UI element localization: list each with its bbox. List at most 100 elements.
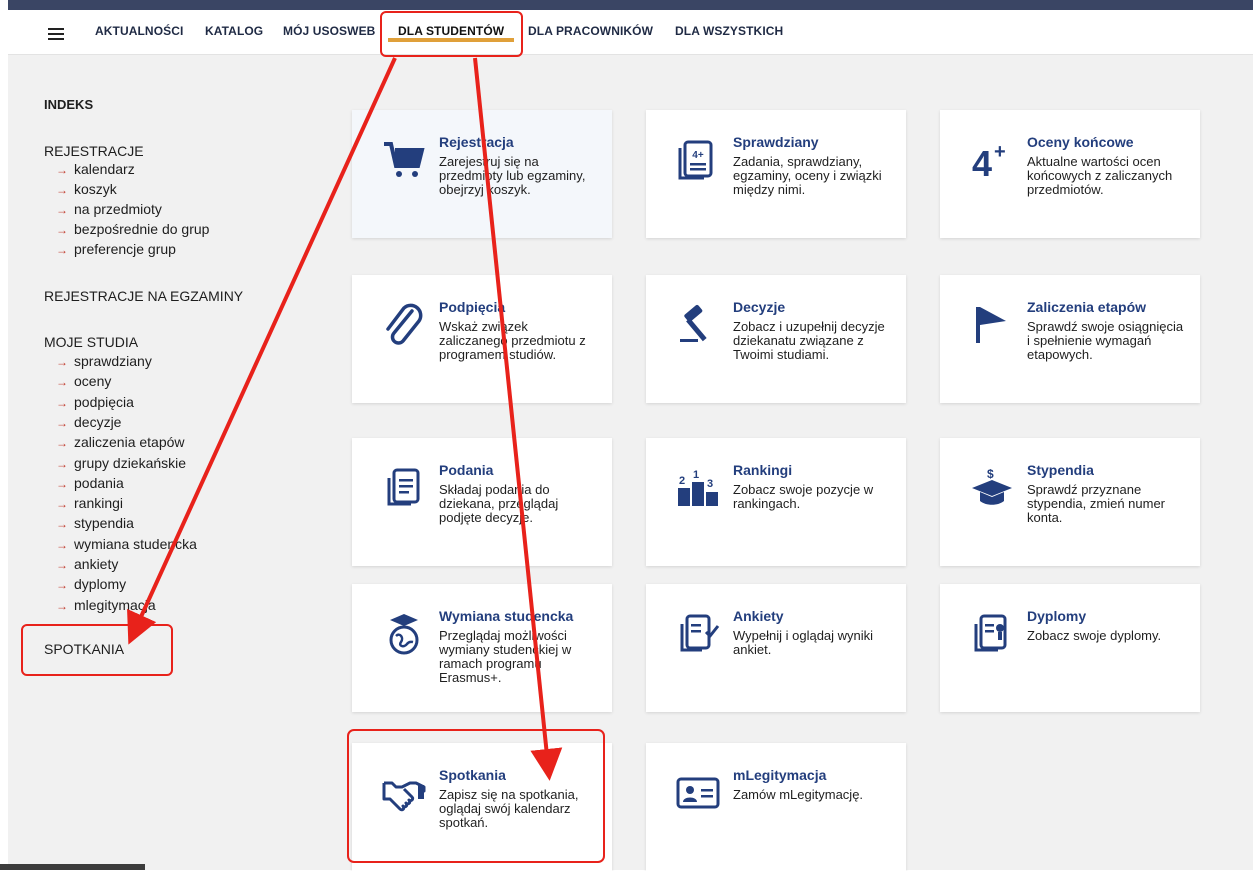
- sidebar: INDEKS REJESTRACJE → kalendarz → koszyk → na …: [8, 55, 310, 870]
- nav-dla-studentow[interactable]: DLA STUDENTÓW: [398, 24, 504, 38]
- card-title[interactable]: mLegitymacja: [733, 767, 826, 783]
- flag-icon: [970, 303, 1014, 347]
- svg-text:3: 3: [707, 478, 713, 490]
- top-navbar: AKTUALNOŚCI KATALOG MÓJ USOSWEB DLA STUD…: [8, 10, 1253, 55]
- card-ankiety[interactable]: Ankiety Wypełnij i oglądaj wyniki ankiet.: [646, 584, 906, 712]
- card-title[interactable]: Stypendia: [1027, 462, 1094, 478]
- sidebar-rejestracje[interactable]: REJESTRACJE: [44, 143, 144, 159]
- arrow-right-icon: →: [56, 497, 68, 512]
- arrow-right-icon: →: [56, 456, 68, 471]
- arrow-right-icon: →: [56, 163, 68, 177]
- sidebar-moje-studia[interactable]: MOJE STUDIA: [44, 334, 138, 350]
- ms-9[interactable]: → wymiana studencka: [56, 536, 197, 552]
- ms-12[interactable]: → mlegitymacja: [56, 597, 156, 613]
- card-dyplomy[interactable]: Dyplomy Zobacz swoje dyplomy.: [940, 584, 1200, 712]
- nav-moj-usosweb[interactable]: MÓJ USOSWEB: [283, 24, 375, 38]
- rej-1[interactable]: → koszyk: [56, 181, 117, 197]
- card-description: Sprawdź swoje osiągnięcia i spełnienie w…: [1027, 319, 1184, 362]
- ms-6[interactable]: → podania: [56, 475, 124, 491]
- card-title[interactable]: Dyplomy: [1027, 608, 1086, 624]
- rej-0[interactable]: → kalendarz: [56, 161, 135, 177]
- diploma-icon: [970, 612, 1014, 656]
- card-description: Zapisz się na spotkania, oglądaj swój ka…: [439, 787, 579, 830]
- sidebar-item-label: dyplomy: [74, 576, 127, 593]
- sidebar-item-label: na przedmioty: [74, 201, 162, 217]
- card-decyzje[interactable]: Decyzje Zobacz i uzupełnij decyzje dzieka…: [646, 275, 906, 403]
- card-title[interactable]: Spotkania: [439, 767, 506, 783]
- card-description: Zamów mLegitymację.: [733, 787, 864, 802]
- sidebar-item-label: podpięcia: [74, 393, 134, 410]
- ms-0[interactable]: → sprawdziany: [56, 353, 152, 369]
- card-title[interactable]: Podania: [439, 462, 493, 478]
- card-description: Przeglądaj możliwości wymiany studenckie…: [439, 628, 572, 685]
- ms-7[interactable]: → rankingi: [56, 495, 123, 511]
- card-rejestracja[interactable]: Rejestracja Zarejestruj się na przedmioty…: [352, 110, 612, 238]
- card-title[interactable]: Podpięcia: [439, 299, 505, 315]
- card-description: Zobacz swoje pozycje w rankingach.: [733, 482, 874, 511]
- sidebar-item-label: rankingi: [74, 495, 124, 512]
- arrow-right-icon: →: [56, 183, 68, 197]
- card-stypendia[interactable]: $ Stypendia Sprawdź przyznane stypendia, z…: [940, 438, 1200, 566]
- card-title[interactable]: Rankingi: [733, 462, 792, 478]
- ms-2[interactable]: → podpięcia: [56, 394, 134, 410]
- ms-1[interactable]: → oceny: [56, 373, 111, 389]
- ms-5[interactable]: → grupy dziekańskie: [56, 455, 186, 471]
- top-accent-strip: [8, 0, 1253, 10]
- sidebar-indeks[interactable]: INDEKS: [44, 97, 93, 112]
- taskbar-fragment: [0, 864, 145, 870]
- globe-icon: [382, 612, 426, 656]
- sidebar-item-label: decyzje: [74, 413, 122, 430]
- card-description: Składaj podania do dziekana, przeglądaj …: [439, 482, 559, 525]
- card-podpiecia[interactable]: Podpięcia Wskaż związek zaliczanego przed…: [352, 275, 612, 403]
- sidebar-item-label: wymiana studencka: [74, 535, 197, 552]
- rej-4[interactable]: → preferencje grup: [56, 241, 176, 257]
- rej-2[interactable]: → na przedmioty: [56, 201, 162, 217]
- nav-dla-wszystkich[interactable]: DLA WSZYSTKICH: [675, 24, 783, 38]
- ms-4[interactable]: → zaliczenia etapów: [56, 434, 185, 450]
- sidebar-item-label: koszyk: [74, 181, 117, 197]
- sidebar-rejestracje-egzaminy[interactable]: REJESTRACJE NA EGZAMINY: [44, 288, 243, 304]
- arrow-right-icon: →: [56, 223, 68, 237]
- card-title[interactable]: Sprawdziany: [733, 134, 819, 150]
- id-card-icon: [676, 771, 720, 815]
- hamburger-menu-icon[interactable]: [48, 28, 64, 40]
- ms-11[interactable]: → dyplomy: [56, 576, 126, 592]
- card-podania[interactable]: Podania Składaj podania do dziekana, prze…: [352, 438, 612, 566]
- sidebar-spotkania[interactable]: SPOTKANIA: [44, 641, 124, 657]
- rej-3[interactable]: → bezpośrednie do grup: [56, 221, 209, 237]
- card-description: Sprawdź przyznane stypendia, zmień numer…: [1027, 482, 1166, 525]
- arrow-right-icon: →: [56, 558, 68, 572]
- active-tab-underline: [388, 38, 514, 42]
- nav-aktualnosci[interactable]: AKTUALNOŚCI: [95, 24, 183, 38]
- sidebar-item-label: kalendarz: [74, 161, 135, 177]
- card-sprawdziany[interactable]: 4+ Sprawdziany Zadania, sprawdziany, egzam…: [646, 110, 906, 238]
- card-spotkania[interactable]: Spotkania Zapisz się na spotkania, ogląda…: [352, 743, 612, 871]
- document-icon: [382, 466, 426, 510]
- grade-icon: 4 +: [970, 138, 1014, 184]
- sidebar-item-label: podania: [74, 474, 124, 491]
- survey-icon: [676, 612, 720, 656]
- card-title[interactable]: Rejestracja: [439, 134, 514, 150]
- sidebar-item-label: ankiety: [74, 556, 119, 572]
- card-zaliczenia-etapow[interactable]: Zaliczenia etapów Sprawdź swoje osiągnięc…: [940, 275, 1200, 403]
- card-rankingi[interactable]: 2 1 3 Rankingi Zobacz swoje pozycje w rankin…: [646, 438, 906, 566]
- card-wymiana-studencka[interactable]: Wymiana studencka Przeglądaj możliwości w…: [352, 584, 612, 712]
- ms-3[interactable]: → decyzje: [56, 414, 121, 430]
- svg-text:2: 2: [679, 475, 685, 487]
- card-description: Aktualne wartości ocen końcowych z zalic…: [1027, 154, 1173, 197]
- arrow-right-icon: →: [56, 598, 68, 613]
- cart-icon: [382, 138, 426, 182]
- svg-text:+: +: [994, 141, 1006, 163]
- ms-8[interactable]: → stypendia: [56, 515, 134, 531]
- nav-dla-pracownikow[interactable]: DLA PRACOWNIKÓW: [528, 24, 653, 38]
- card-title[interactable]: Decyzje: [733, 299, 785, 315]
- sidebar-item-label: zaliczenia etapów: [74, 434, 185, 451]
- card-title[interactable]: Ankiety: [733, 608, 784, 624]
- card-title[interactable]: Zaliczenia etapów: [1027, 299, 1146, 315]
- card-oceny-koncowe[interactable]: 4 + Oceny końcowe Aktualne wartości ocen ko…: [940, 110, 1200, 238]
- card-title[interactable]: Oceny końcowe: [1027, 134, 1134, 150]
- card-mlegitymacja[interactable]: mLegitymacja Zamów mLegitymację.: [646, 743, 906, 871]
- ms-10[interactable]: → ankiety: [56, 556, 118, 572]
- nav-katalog[interactable]: KATALOG: [205, 24, 263, 38]
- card-title[interactable]: Wymiana studencka: [439, 608, 573, 624]
